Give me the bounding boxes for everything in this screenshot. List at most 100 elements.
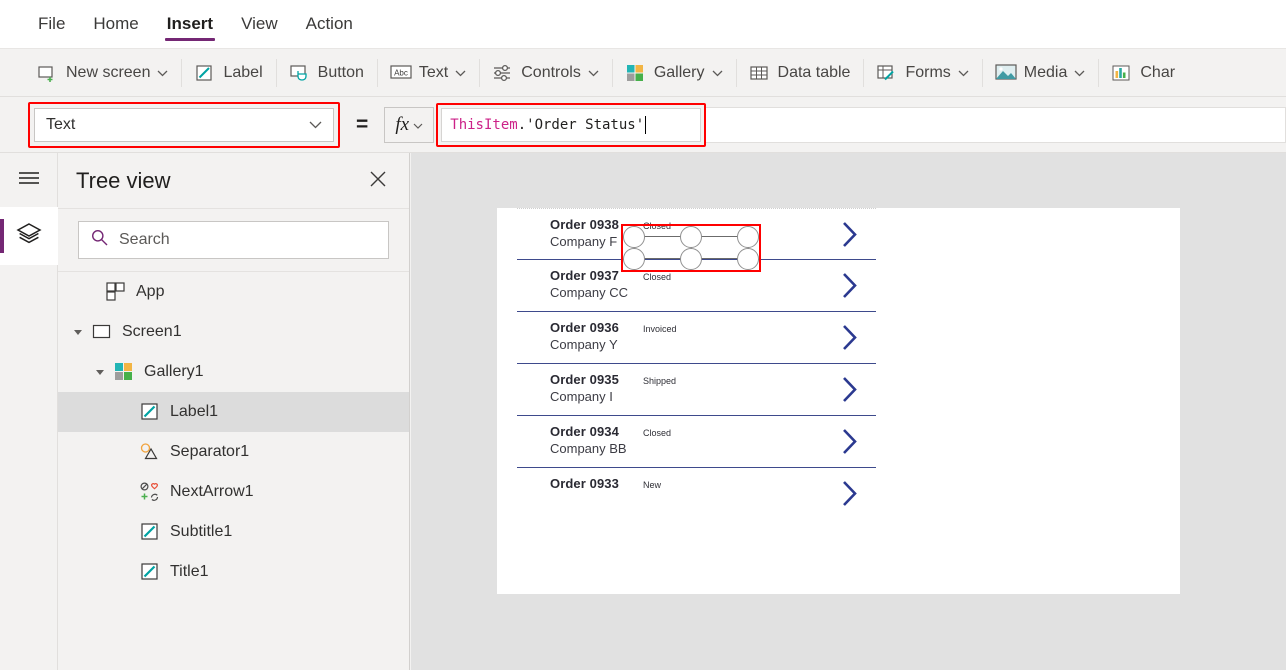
menu-item-home[interactable]: Home bbox=[79, 0, 152, 49]
resize-handle-bottom-left[interactable] bbox=[623, 248, 645, 270]
tree-view-panel: Tree view Search App Screen1 Gallery1 La… bbox=[58, 153, 410, 670]
tree-node-label: Label1 bbox=[170, 403, 219, 420]
close-icon[interactable] bbox=[365, 166, 391, 196]
tree-search-zone: Search bbox=[58, 209, 409, 272]
svg-text:Abc: Abc bbox=[394, 68, 408, 77]
ribbon-label: Media bbox=[1023, 63, 1068, 81]
menu-item-action[interactable]: Action bbox=[292, 0, 367, 49]
ribbon-label: Text bbox=[418, 63, 449, 81]
resize-handle-bottom-right[interactable] bbox=[737, 248, 759, 270]
tree-node-label: App bbox=[136, 283, 165, 300]
tree-node-subtitle1[interactable]: Subtitle1 bbox=[58, 512, 409, 552]
twisty-expanded-icon[interactable] bbox=[94, 365, 108, 379]
tree-node-label1[interactable]: Label1 bbox=[58, 392, 409, 432]
next-arrow-chevron-icon[interactable] bbox=[841, 221, 858, 253]
separator-icon bbox=[140, 442, 160, 462]
gallery-row[interactable]: Order 0934 Company BB Closed bbox=[517, 416, 876, 468]
resize-handle-bottom-center[interactable] bbox=[680, 248, 702, 270]
chevron-down-icon bbox=[588, 64, 599, 82]
screen-icon bbox=[92, 322, 112, 342]
equals-sign: = bbox=[356, 112, 369, 136]
app-screen[interactable]: Order 0938 Company F Closed Order 0937 C… bbox=[497, 208, 1180, 594]
formula-input[interactable]: ThisItem. 'Order Status' bbox=[441, 107, 702, 142]
order-company: Company Y bbox=[550, 337, 618, 352]
ribbon-button[interactable]: Button bbox=[275, 49, 377, 97]
chevron-down-icon bbox=[1074, 64, 1085, 82]
resize-handle-top-right[interactable] bbox=[737, 226, 759, 248]
next-arrow-chevron-icon[interactable] bbox=[841, 428, 858, 460]
menu-item-insert[interactable]: Insert bbox=[153, 0, 227, 49]
chevron-down-icon bbox=[958, 64, 969, 82]
ribbon-label: Data table bbox=[777, 63, 851, 81]
search-input[interactable]: Search bbox=[78, 221, 389, 259]
ribbon-charts[interactable]: Char bbox=[1098, 49, 1188, 97]
ribbon-new-screen[interactable]: New screen bbox=[24, 49, 181, 97]
next-arrow-chevron-icon[interactable] bbox=[841, 376, 858, 408]
label-icon bbox=[140, 562, 160, 582]
menu-bar: File Home Insert View Action bbox=[0, 0, 1286, 49]
tree-node-gallery1[interactable]: Gallery1 bbox=[58, 352, 409, 392]
ribbon-label: Forms bbox=[905, 63, 951, 81]
order-company: Company F bbox=[550, 234, 618, 249]
resize-handle-top-center[interactable] bbox=[680, 226, 702, 248]
tree-node-nextarrow1[interactable]: NextArrow1 bbox=[58, 472, 409, 512]
menu-item-label: Action bbox=[305, 14, 353, 33]
gallery-control[interactable]: Order 0938 Company F Closed Order 0937 C… bbox=[517, 208, 876, 544]
tree-node-screen1[interactable]: Screen1 bbox=[58, 312, 409, 352]
gallery-row[interactable]: Order 0936 Company Y Invoiced bbox=[517, 312, 876, 364]
next-arrow-chevron-icon[interactable] bbox=[841, 272, 858, 304]
order-company: Company BB bbox=[550, 441, 627, 456]
tree-node-label: Gallery1 bbox=[144, 363, 204, 380]
order-title: Order 0935 bbox=[550, 372, 619, 387]
ribbon-controls[interactable]: Controls bbox=[479, 49, 612, 97]
fx-label: fx bbox=[395, 113, 410, 135]
search-icon bbox=[91, 229, 108, 251]
tree-node-label: Subtitle1 bbox=[170, 523, 233, 540]
next-arrow-chevron-icon[interactable] bbox=[841, 480, 858, 512]
formula-token-string: 'Order Status' bbox=[526, 116, 645, 133]
tree-view-rail-button[interactable] bbox=[0, 207, 58, 265]
tree-node-separator1[interactable]: Separator1 bbox=[58, 432, 409, 472]
powerapps-studio: File Home Insert View Action New screen … bbox=[0, 0, 1286, 670]
property-value: Text bbox=[46, 115, 76, 133]
twisty-expanded-icon[interactable] bbox=[72, 325, 86, 339]
left-rail bbox=[0, 153, 58, 670]
gallery-row[interactable]: Order 0935 Company I Shipped bbox=[517, 364, 876, 416]
insert-ribbon: New screen Label Button Abc Text Control… bbox=[0, 49, 1286, 97]
ribbon-text[interactable]: Abc Text bbox=[376, 49, 479, 97]
label-icon bbox=[140, 522, 160, 542]
order-company: Company I bbox=[550, 389, 613, 404]
order-status: Closed bbox=[643, 428, 672, 438]
search-placeholder: Search bbox=[119, 231, 170, 248]
canvas-area[interactable]: Order 0938 Company F Closed Order 0937 C… bbox=[411, 153, 1286, 670]
menu-item-view[interactable]: View bbox=[227, 0, 292, 49]
ribbon-label[interactable]: Label bbox=[181, 49, 275, 97]
menu-item-label: Insert bbox=[166, 14, 214, 33]
ribbon-media[interactable]: Media bbox=[981, 49, 1099, 97]
fx-button[interactable]: fx bbox=[384, 106, 435, 143]
menu-item-label: Home bbox=[93, 14, 139, 33]
next-arrow-chevron-icon[interactable] bbox=[841, 324, 858, 356]
ribbon-label: Button bbox=[317, 63, 364, 81]
formula-token-dot: . bbox=[517, 116, 527, 133]
gallery-row[interactable]: Order 0933 New bbox=[517, 468, 876, 520]
layers-icon bbox=[16, 222, 42, 251]
menu-item-file[interactable]: File bbox=[24, 0, 79, 49]
tree-node-app[interactable]: App bbox=[58, 272, 409, 312]
text-abc-icon: Abc bbox=[390, 63, 412, 83]
ribbon-forms[interactable]: Forms bbox=[863, 49, 981, 97]
order-status: New bbox=[643, 480, 662, 490]
ribbon-data-table[interactable]: Data table bbox=[735, 49, 864, 97]
menu-item-label: File bbox=[38, 14, 66, 33]
gallery-grid-icon bbox=[625, 63, 645, 83]
data-table-icon bbox=[749, 63, 769, 83]
order-title: Order 0934 bbox=[550, 424, 619, 439]
tree-node-title1[interactable]: Title1 bbox=[58, 552, 409, 592]
property-dropdown[interactable]: Text bbox=[34, 107, 334, 142]
resize-handle-top-left[interactable] bbox=[623, 226, 645, 248]
app-icon bbox=[106, 282, 126, 302]
order-status: Closed bbox=[643, 272, 672, 282]
hamburger-menu-button[interactable] bbox=[0, 153, 58, 207]
ribbon-gallery[interactable]: Gallery bbox=[611, 49, 736, 97]
